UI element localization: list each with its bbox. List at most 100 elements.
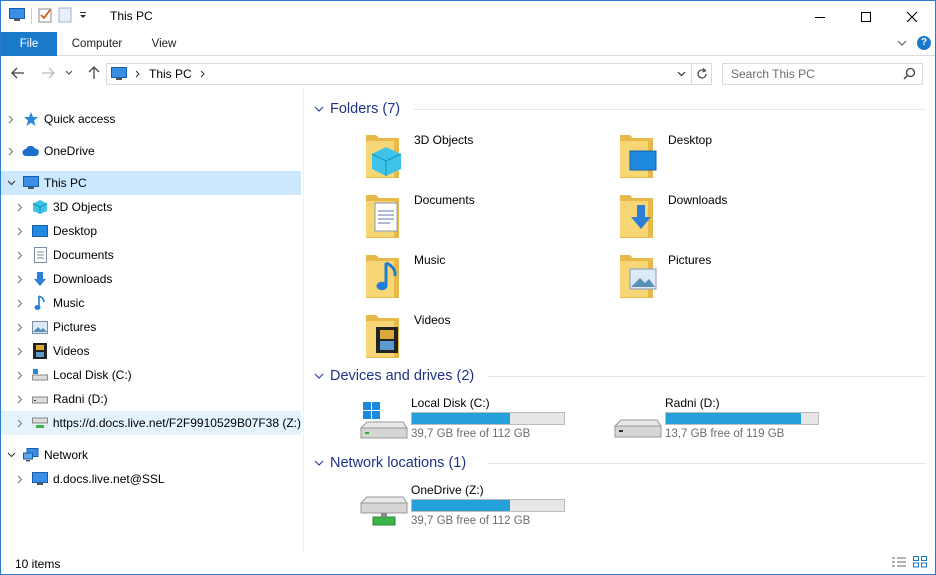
nav-item-quick-access[interactable]: Quick access bbox=[1, 107, 301, 131]
chevron-down-icon[interactable] bbox=[314, 373, 324, 379]
group-header-network-locations[interactable]: Network locations (1) bbox=[314, 453, 926, 473]
back-arrow-icon bbox=[11, 67, 24, 79]
address-bar[interactable]: This PC bbox=[106, 63, 712, 85]
drive-name: Local Disk (C:) bbox=[411, 396, 490, 410]
drive-name: OneDrive (Z:) bbox=[411, 483, 484, 497]
help-icon[interactable]: ? bbox=[917, 36, 931, 50]
folder-label: Documents bbox=[414, 193, 475, 207]
chevron-right-icon[interactable] bbox=[15, 195, 25, 219]
drive-icon bbox=[613, 419, 662, 438]
nav-item-desktop[interactable]: Desktop bbox=[1, 219, 301, 243]
nav-item-docs-live-ssl[interactable]: d.docs.live.net@SSL bbox=[1, 467, 301, 491]
nav-item-network[interactable]: Network bbox=[1, 443, 301, 467]
network-drive-icon bbox=[31, 414, 49, 432]
chevron-right-icon[interactable] bbox=[15, 387, 25, 411]
up-button[interactable] bbox=[85, 64, 103, 82]
folder-pictures[interactable]: Pictures bbox=[618, 251, 868, 309]
details-view-icon[interactable] bbox=[891, 556, 907, 571]
maximize-button[interactable] bbox=[843, 1, 889, 32]
chevron-right-icon[interactable] bbox=[6, 107, 16, 131]
folder-music[interactable]: Music bbox=[364, 251, 614, 309]
nav-item-documents[interactable]: Documents bbox=[1, 243, 301, 267]
drive-local-disk-c[interactable]: Local Disk (C:) 39,7 GB free of 112 GB bbox=[359, 396, 619, 446]
new-folder-icon[interactable] bbox=[58, 7, 72, 26]
content-pane: Folders (7) 3D Objects Desktop Documents bbox=[306, 93, 934, 549]
drive-usage-bar bbox=[411, 499, 565, 512]
close-icon bbox=[907, 11, 917, 22]
nav-item-videos[interactable]: Videos bbox=[1, 339, 301, 363]
chevron-right-icon[interactable] bbox=[15, 315, 25, 339]
folder-label: Downloads bbox=[668, 193, 728, 207]
search-box[interactable] bbox=[722, 63, 923, 85]
expand-ribbon-icon[interactable] bbox=[897, 36, 907, 50]
forward-button[interactable] bbox=[39, 64, 57, 82]
drive-usage-bar bbox=[411, 412, 565, 425]
drive-free-space: 13,7 GB free of 119 GB bbox=[665, 428, 785, 440]
drive-usage-bar bbox=[665, 412, 819, 425]
chevron-right-icon[interactable] bbox=[15, 411, 25, 435]
large-icons-view-icon[interactable] bbox=[913, 556, 927, 571]
nav-item-network-drive-z[interactable]: https://d.docs.live.net/F2F9910529B07F38… bbox=[1, 411, 301, 435]
network-location-onedrive-z[interactable]: OneDrive (Z:) 39,7 GB free of 112 GB bbox=[359, 483, 619, 533]
nav-label: Documents bbox=[53, 248, 114, 262]
tab-computer[interactable]: Computer bbox=[59, 32, 135, 56]
customize-qat-icon[interactable] bbox=[78, 9, 88, 23]
nav-label: OneDrive bbox=[44, 144, 95, 158]
nav-item-3d-objects[interactable]: 3D Objects bbox=[1, 195, 301, 219]
pane-splitter[interactable] bbox=[303, 89, 304, 553]
status-bar: 10 items bbox=[1, 553, 935, 574]
folder-3d-objects[interactable]: 3D Objects bbox=[364, 131, 614, 189]
this-pc-icon bbox=[22, 174, 40, 192]
chevron-right-icon[interactable] bbox=[15, 339, 25, 363]
search-input[interactable] bbox=[723, 64, 893, 84]
chevron-right-icon[interactable] bbox=[15, 243, 25, 267]
drive-usage-fill bbox=[412, 413, 511, 424]
breadcrumb-separator-icon[interactable] bbox=[200, 70, 206, 78]
folder-documents[interactable]: Documents bbox=[364, 191, 614, 249]
nav-item-downloads[interactable]: Downloads bbox=[1, 267, 301, 291]
chevron-right-icon[interactable] bbox=[15, 291, 25, 315]
nav-item-onedrive[interactable]: OneDrive bbox=[1, 139, 301, 163]
close-button[interactable] bbox=[889, 1, 935, 32]
group-divider bbox=[488, 463, 926, 464]
chevron-right-icon[interactable] bbox=[15, 363, 25, 387]
folder-downloads[interactable]: Downloads bbox=[618, 191, 868, 249]
folder-label: Music bbox=[414, 253, 446, 267]
chevron-right-icon[interactable] bbox=[15, 267, 25, 291]
nav-item-music[interactable]: Music bbox=[1, 291, 301, 315]
refresh-button[interactable] bbox=[691, 64, 711, 84]
nav-label: Radni (D:) bbox=[53, 392, 108, 406]
tab-file[interactable]: File bbox=[1, 32, 57, 56]
chevron-right-icon[interactable] bbox=[15, 467, 25, 491]
search-icon[interactable] bbox=[903, 67, 916, 83]
nav-item-local-disk-c[interactable]: Local Disk (C:) bbox=[1, 363, 301, 387]
address-dropdown-button[interactable] bbox=[671, 64, 691, 84]
group-header-devices[interactable]: Devices and drives (2) bbox=[314, 366, 926, 386]
breadcrumb-this-pc[interactable]: This PC bbox=[149, 67, 192, 81]
desktop-icon bbox=[31, 222, 49, 240]
tab-view[interactable]: View bbox=[137, 32, 191, 56]
folder-videos[interactable]: Videos bbox=[364, 311, 614, 369]
nav-item-pictures[interactable]: Pictures bbox=[1, 315, 301, 339]
chevron-right-icon[interactable] bbox=[15, 219, 25, 243]
properties-icon[interactable] bbox=[38, 7, 52, 26]
folder-desktop[interactable]: Desktop bbox=[618, 131, 868, 189]
address-bar-controls bbox=[671, 64, 711, 84]
breadcrumb-separator-icon[interactable] bbox=[135, 70, 141, 78]
chevron-down-icon[interactable] bbox=[314, 106, 324, 112]
minimize-button[interactable] bbox=[797, 1, 843, 32]
nav-item-radni-d[interactable]: Radni (D:) bbox=[1, 387, 301, 411]
chevron-down-icon[interactable] bbox=[6, 171, 16, 195]
recent-locations-button[interactable] bbox=[63, 64, 75, 82]
drive-radni-d[interactable]: Radni (D:) 13,7 GB free of 119 GB bbox=[613, 396, 873, 446]
chevron-right-icon[interactable] bbox=[6, 139, 16, 163]
documents-folder-icon bbox=[366, 195, 399, 238]
refresh-icon bbox=[696, 68, 707, 79]
chevron-down-icon[interactable] bbox=[314, 460, 324, 466]
back-button[interactable] bbox=[9, 64, 27, 82]
music-folder-icon bbox=[366, 255, 399, 298]
nav-item-this-pc[interactable]: This PC bbox=[1, 171, 301, 195]
nav-label: d.docs.live.net@SSL bbox=[53, 472, 165, 486]
chevron-down-icon[interactable] bbox=[6, 443, 16, 467]
group-header-folders[interactable]: Folders (7) bbox=[314, 99, 926, 119]
